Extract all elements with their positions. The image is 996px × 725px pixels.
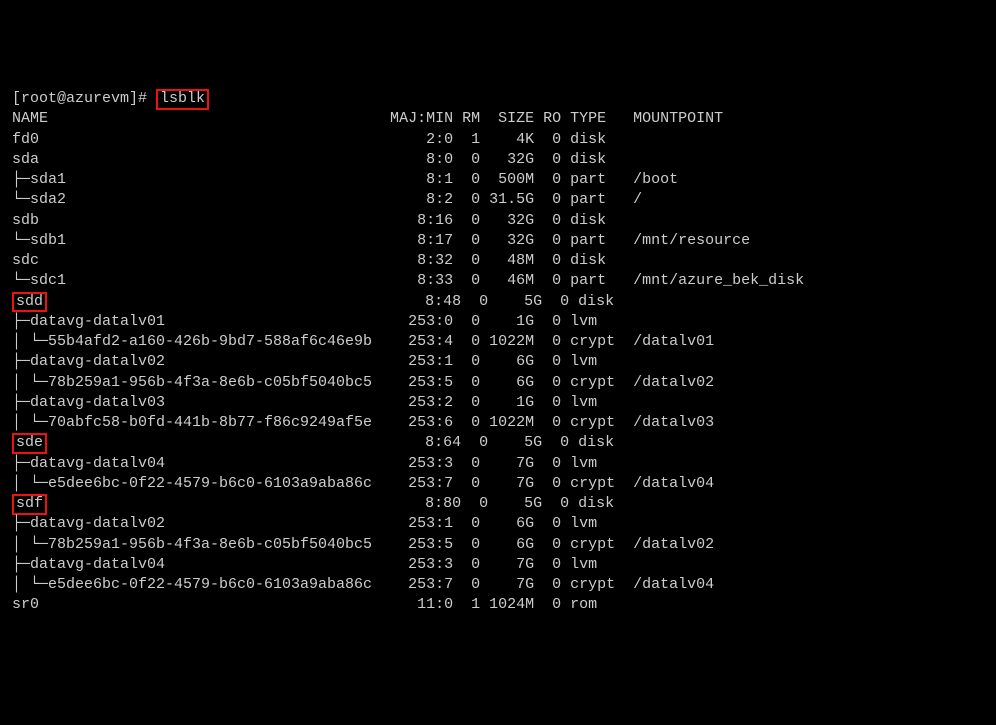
lsblk-row: fd0 2:0 1 4K 0 disk — [12, 131, 615, 148]
lsblk-row: │ └─55b4afd2-a160-426b-9bd7-588af6c46e9b… — [12, 333, 714, 350]
lsblk-header-row: NAME MAJ:MIN RM SIZE RO TYPE MOUNTPOINT — [12, 110, 723, 127]
lsblk-row: ├─datavg-datalv02 253:1 0 6G 0 lvm — [12, 515, 615, 532]
lsblk-row: ├─sda1 8:1 0 500M 0 part /boot — [12, 171, 678, 188]
lsblk-row: sdc 8:32 0 48M 0 disk — [12, 252, 615, 269]
lsblk-row: │ └─78b259a1-956b-4f3a-8e6b-c05bf5040bc5… — [12, 536, 714, 553]
lsblk-row: └─sdb1 8:17 0 32G 0 part /mnt/resource — [12, 232, 750, 249]
lsblk-row: └─sda2 8:2 0 31.5G 0 part / — [12, 191, 642, 208]
device-highlight: sdd — [12, 292, 47, 313]
terminal-output: [root@azurevm]# lsblk NAME MAJ:MIN RM SI… — [12, 89, 984, 616]
lsblk-row: sda 8:0 0 32G 0 disk — [12, 151, 615, 168]
lsblk-row: │ └─e5dee6bc-0f22-4579-b6c0-6103a9aba86c… — [12, 475, 714, 492]
device-highlight: sde — [12, 433, 47, 454]
lsblk-row: │ └─78b259a1-956b-4f3a-8e6b-c05bf5040bc5… — [12, 374, 714, 391]
lsblk-row: sdf 8:80 0 5G 0 disk — [12, 495, 623, 512]
device-highlight: sdf — [12, 494, 47, 515]
lsblk-row: │ └─70abfc58-b0fd-441b-8b77-f86c9249af5e… — [12, 414, 714, 431]
lsblk-row: sdd 8:48 0 5G 0 disk — [12, 293, 623, 310]
lsblk-row: ├─datavg-datalv03 253:2 0 1G 0 lvm — [12, 394, 615, 411]
lsblk-row: ├─datavg-datalv01 253:0 0 1G 0 lvm — [12, 313, 615, 330]
lsblk-row: sdb 8:16 0 32G 0 disk — [12, 212, 615, 229]
lsblk-row: └─sdc1 8:33 0 46M 0 part /mnt/azure_bek_… — [12, 272, 804, 289]
lsblk-row: sde 8:64 0 5G 0 disk — [12, 434, 623, 451]
command-highlight: lsblk — [156, 89, 209, 110]
lsblk-row: ├─datavg-datalv04 253:3 0 7G 0 lvm — [12, 455, 615, 472]
lsblk-row: sr0 11:0 1 1024M 0 rom — [12, 596, 615, 613]
lsblk-row: ├─datavg-datalv02 253:1 0 6G 0 lvm — [12, 353, 615, 370]
lsblk-row: │ └─e5dee6bc-0f22-4579-b6c0-6103a9aba86c… — [12, 576, 714, 593]
lsblk-row: ├─datavg-datalv04 253:3 0 7G 0 lvm — [12, 556, 615, 573]
shell-prompt: [root@azurevm]# — [12, 90, 147, 107]
